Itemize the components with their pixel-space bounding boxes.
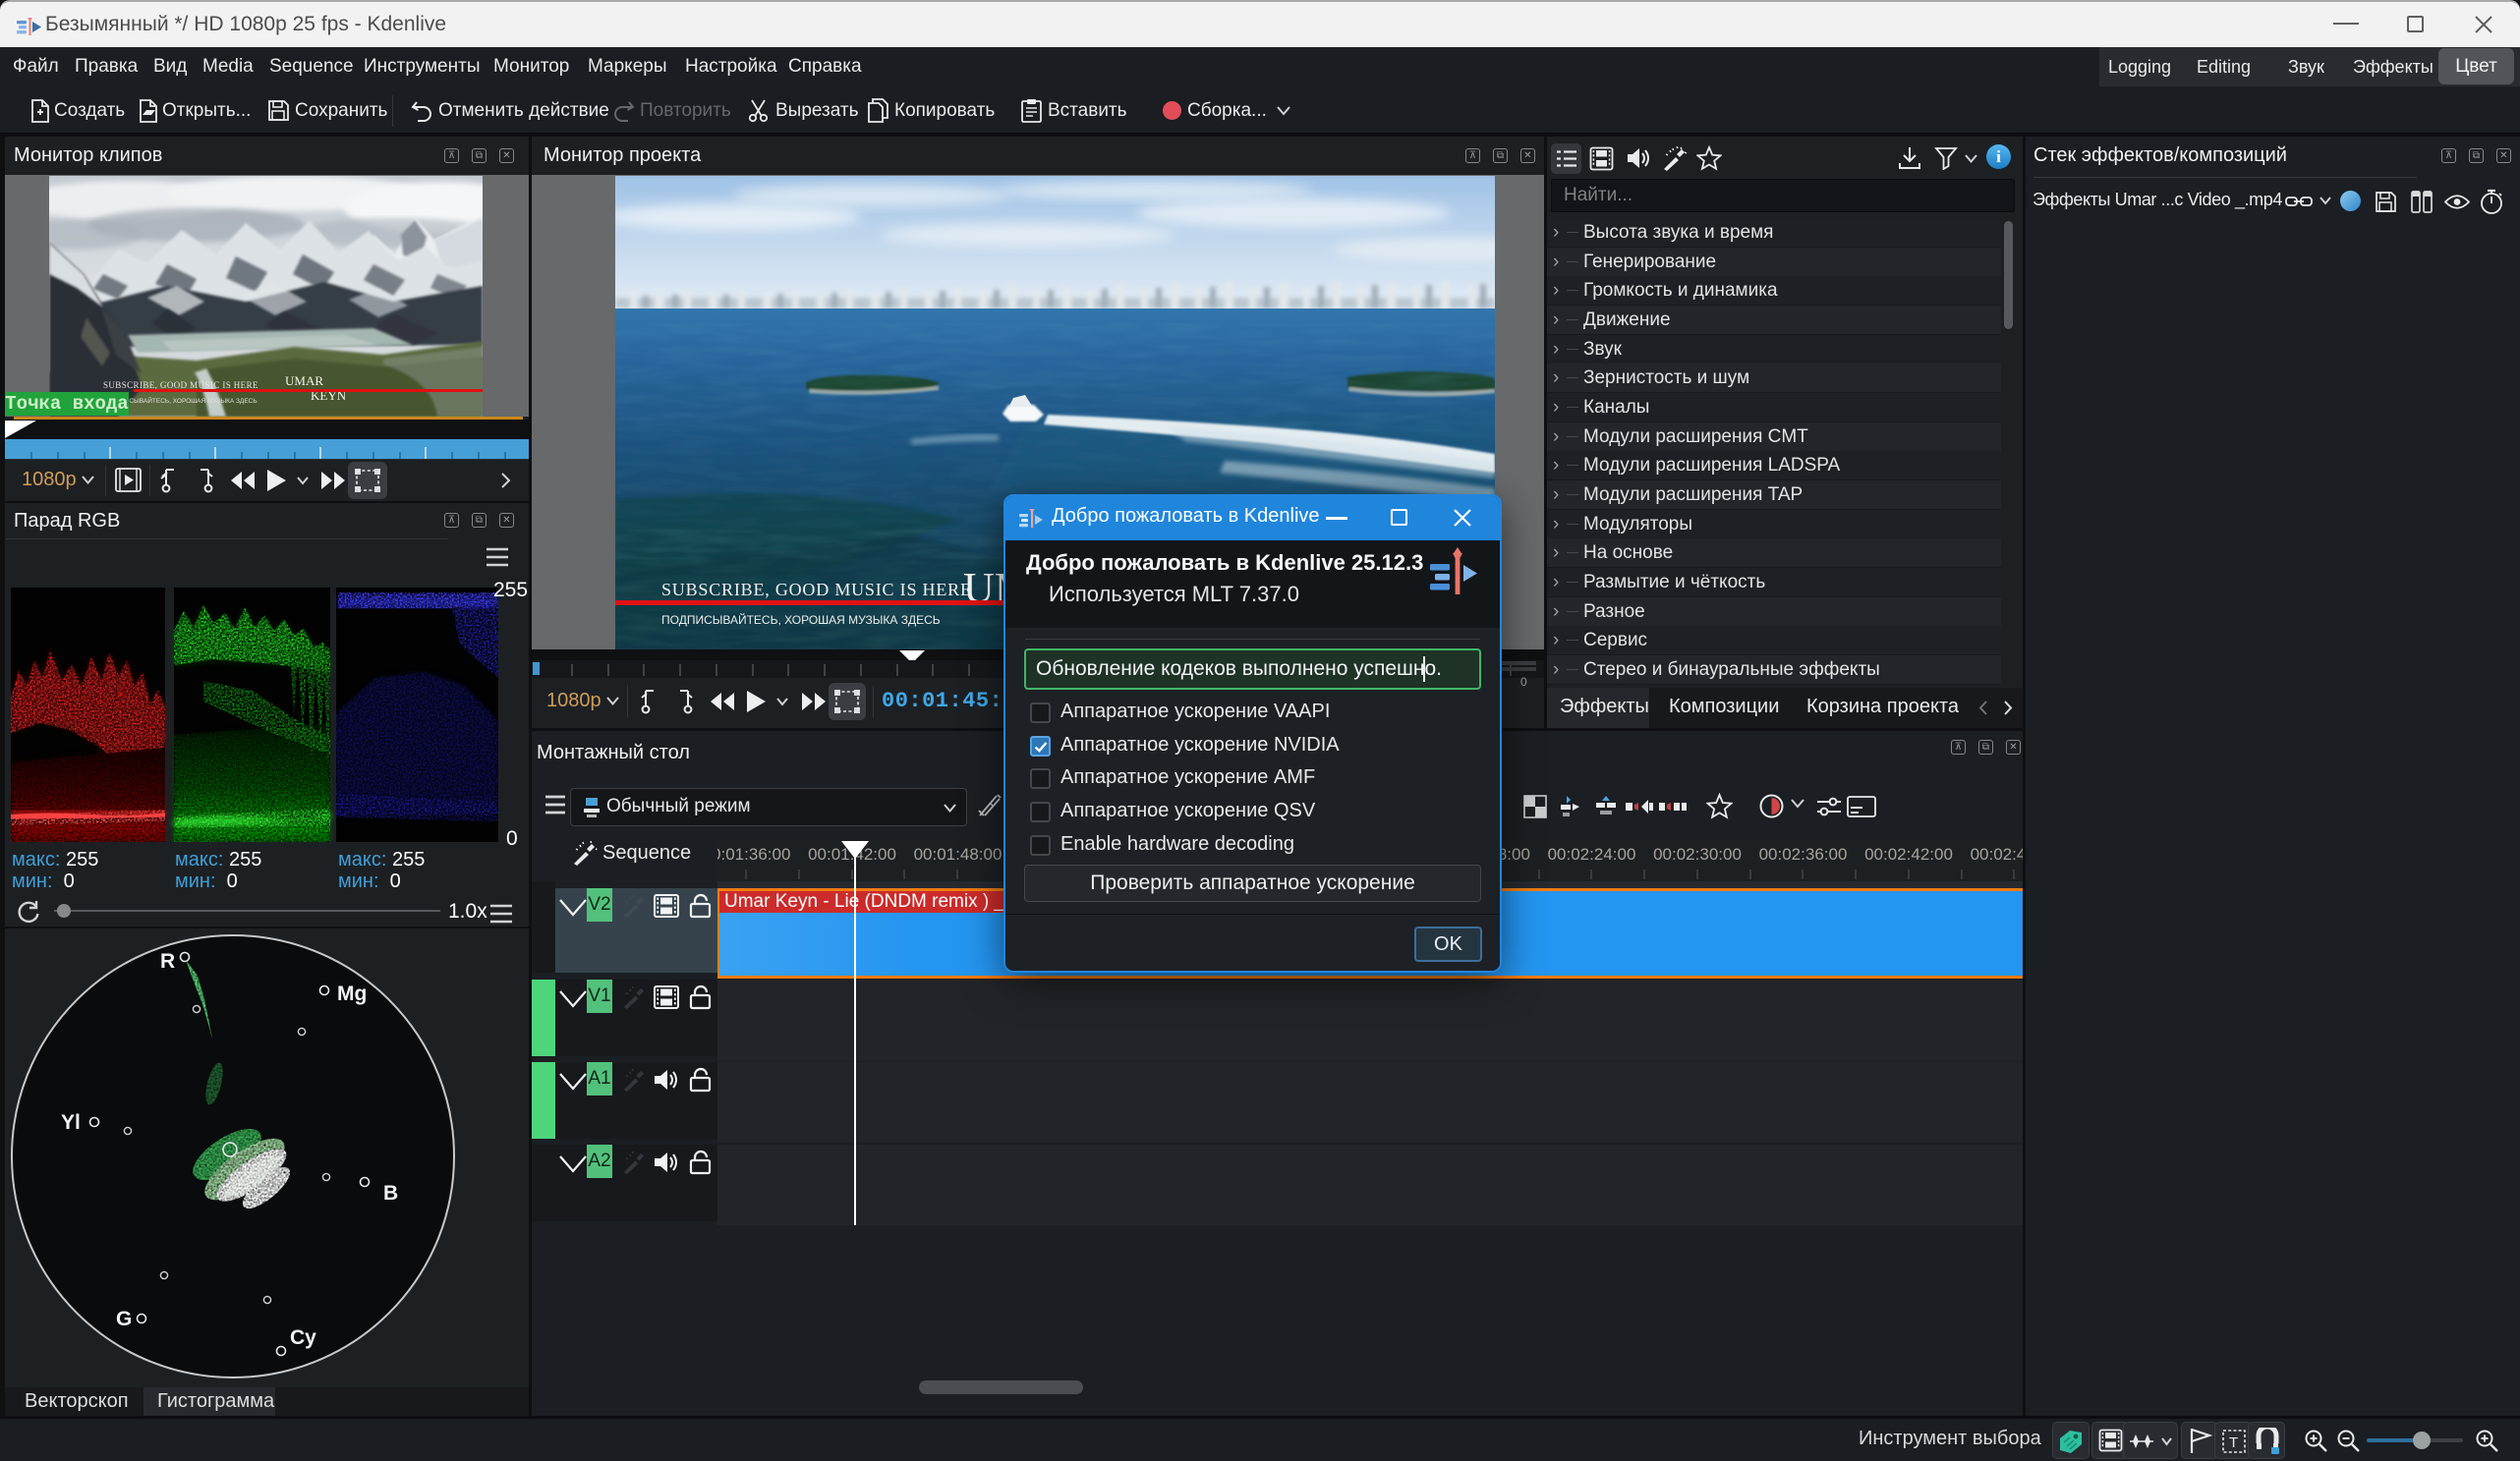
- svg-text:R: R: [160, 950, 175, 973]
- svg-text:Cy: Cy: [290, 1326, 316, 1349]
- svg-text:B: B: [383, 1182, 398, 1205]
- svg-text:T: T: [2229, 1434, 2238, 1451]
- svg-text:Mg: Mg: [337, 983, 367, 1005]
- svg-text:UMAR: UMAR: [285, 373, 323, 388]
- svg-text:G: G: [116, 1308, 132, 1330]
- svg-text:ПОДПИСЫВАЙТЕСЬ, ХОРОШАЯ МУЗЫКА: ПОДПИСЫВАЙТЕСЬ, ХОРОШАЯ МУЗЫКА ЗДЕСЬ: [106, 396, 258, 405]
- svg-text:ПОДПИСЫВАЙТЕСЬ, ХОРОШАЯ МУЗЫКА: ПОДПИСЫВАЙТЕСЬ, ХОРОШАЯ МУЗЫКА ЗДЕСЬ: [661, 612, 941, 627]
- svg-text:SUBSCRIBE, GOOD MUSIC IS HERE: SUBSCRIBE, GOOD MUSIC IS HERE: [103, 380, 258, 390]
- svg-text:SUBSCRIBE, GOOD MUSIC IS HERE: SUBSCRIBE, GOOD MUSIC IS HERE: [661, 580, 972, 599]
- svg-text:Yl: Yl: [61, 1111, 81, 1134]
